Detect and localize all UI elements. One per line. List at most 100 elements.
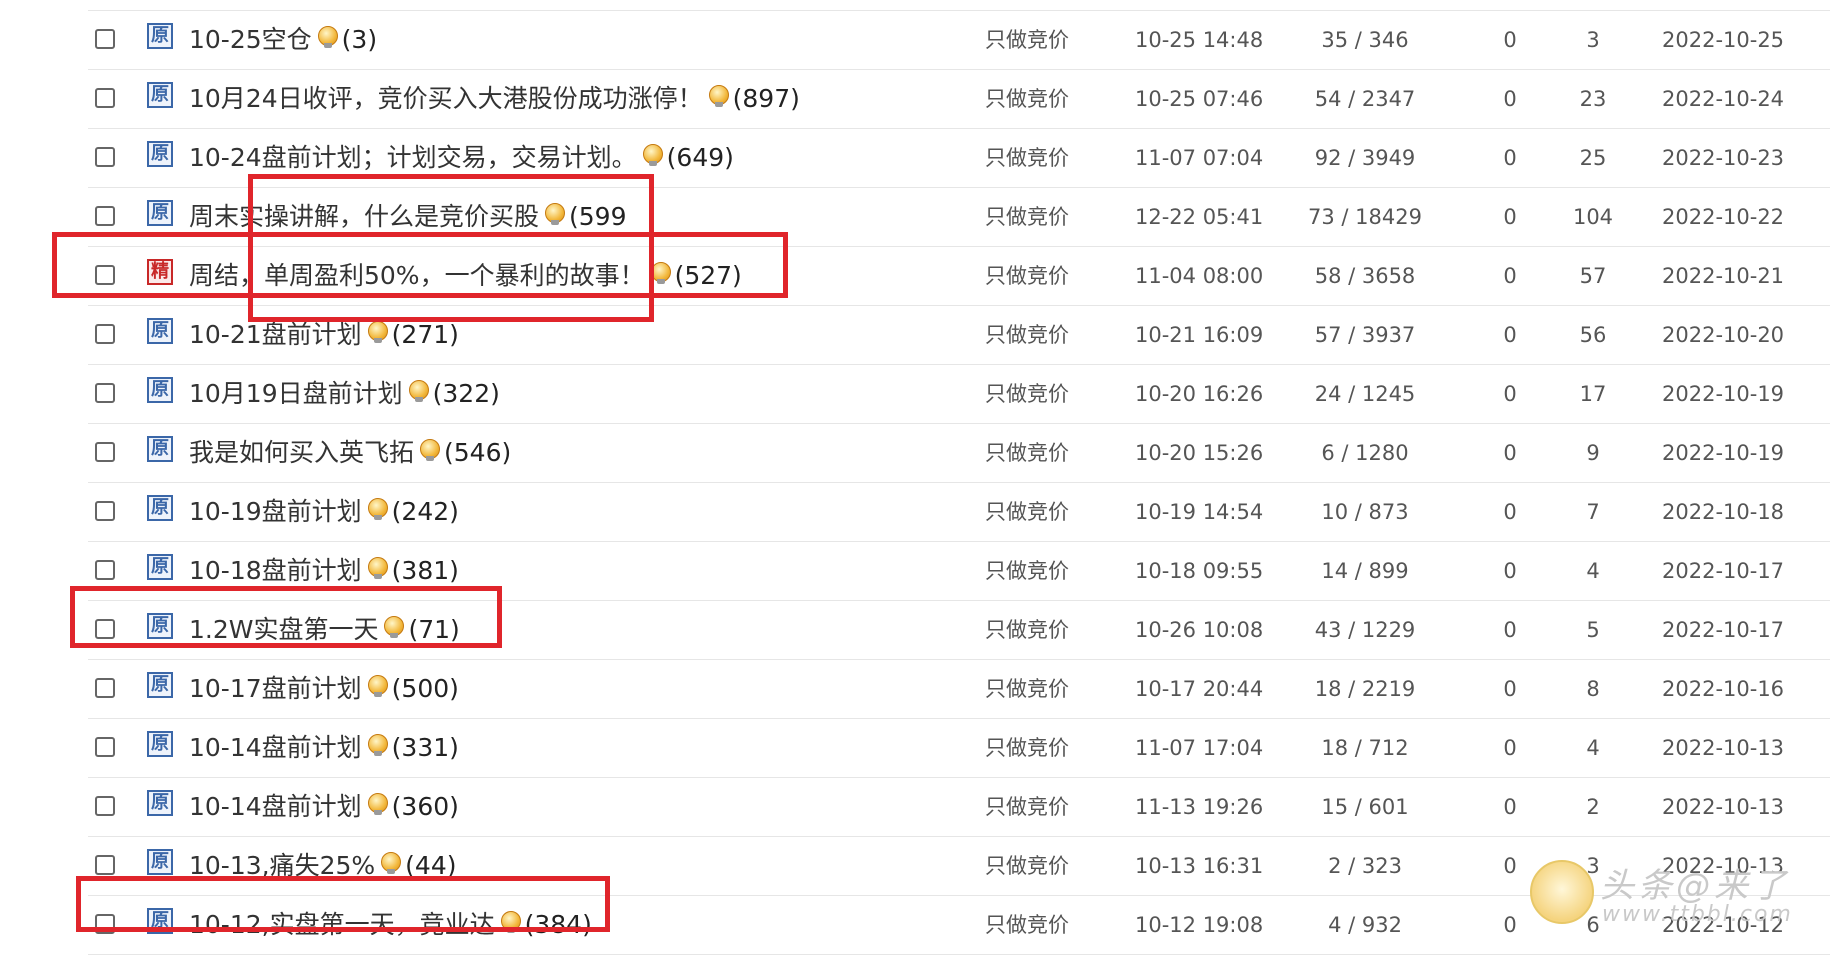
replies-views: 2 / 323: [1328, 854, 1402, 878]
row-checkbox[interactable]: [95, 855, 115, 875]
thread-title-cell: 10月24日收评，竞价买入大港股份成功涨停！ (897): [189, 70, 800, 128]
zero-count: 0: [1503, 736, 1517, 760]
thread-type-icon: 原: [147, 495, 173, 521]
watermark-logo-icon: [1530, 860, 1594, 924]
thread-category[interactable]: 只做竞价: [985, 11, 1069, 69]
thread-type-icon: 原: [147, 23, 173, 49]
row-checkbox[interactable]: [95, 796, 115, 816]
post-date: 2022-10-23: [1662, 146, 1785, 170]
lightbulb-icon: [420, 439, 441, 461]
metric-count: 3: [1586, 28, 1600, 52]
thread-title-link[interactable]: 周结，单周盈利50%，一个暴利的故事！: [189, 261, 645, 290]
thread-category[interactable]: 只做竞价: [985, 306, 1069, 364]
metric-count: 25: [1579, 146, 1607, 170]
metric-count: 7: [1586, 500, 1600, 524]
row-checkbox[interactable]: [95, 206, 115, 226]
replies-views: 58 / 3658: [1314, 264, 1416, 288]
thread-title-cell: 10-19盘前计划 (242): [189, 483, 459, 541]
table-row: 原 10-14盘前计划 (331) 只做竞价 11-07 17:04 18 / 7…: [88, 719, 1830, 778]
thread-title-cell: 10-14盘前计划 (331): [189, 719, 459, 777]
thread-count: (322): [432, 379, 500, 408]
thread-title-link[interactable]: 我是如何买入英飞拓: [189, 438, 414, 467]
table-row: 原 10月24日收评，竞价买入大港股份成功涨停！ (897) 只做竞价 10-25…: [88, 70, 1830, 129]
table-row: 原 10-21盘前计划 (271) 只做竞价 10-21 16:09 57 / 3…: [88, 306, 1830, 365]
watermark: 头条@来了 www.ttbbl.com: [1530, 860, 1830, 932]
row-checkbox[interactable]: [95, 737, 115, 757]
row-checkbox[interactable]: [95, 29, 115, 49]
lightbulb-icon: [650, 262, 671, 284]
thread-category[interactable]: 只做竞价: [985, 365, 1069, 423]
thread-title-link[interactable]: 10月24日收评，竞价买入大港股份成功涨停！: [189, 84, 703, 113]
row-checkbox[interactable]: [95, 88, 115, 108]
thread-count: (599: [569, 202, 627, 231]
thread-category[interactable]: 只做竞价: [985, 188, 1069, 246]
watermark-url: www.ttbbl.com: [1602, 902, 1793, 927]
post-date: 2022-10-20: [1662, 323, 1785, 347]
row-checkbox[interactable]: [95, 147, 115, 167]
thread-category[interactable]: 只做竞价: [985, 660, 1069, 718]
zero-count: 0: [1503, 795, 1517, 819]
post-date: 2022-10-19: [1662, 382, 1785, 406]
row-checkbox[interactable]: [95, 501, 115, 521]
table-row: 原 1.2W实盘第一天 (71) 只做竞价 10-26 10:08 43 / 12…: [88, 601, 1830, 660]
metric-count: 57: [1579, 264, 1607, 288]
zero-count: 0: [1503, 264, 1517, 288]
thread-title-link[interactable]: 10-25空仓: [189, 25, 312, 54]
lightbulb-icon: [317, 26, 338, 48]
lightbulb-icon: [545, 203, 566, 225]
thread-title-link[interactable]: 10-19盘前计划: [189, 497, 362, 526]
row-checkbox[interactable]: [95, 383, 115, 403]
replies-views: 15 / 601: [1321, 795, 1409, 819]
thread-count: (500): [391, 674, 459, 703]
table-row: 原 10月19日盘前计划 (322) 只做竞价 10-20 16:26 24 / …: [88, 365, 1830, 424]
table-row: 原 周末实操讲解，什么是竞价买股 (599 只做竞价 12-22 05:41 73…: [88, 188, 1830, 247]
thread-category[interactable]: 只做竞价: [985, 719, 1069, 777]
thread-title-link[interactable]: 10-13,痛失25%: [189, 851, 375, 880]
post-date: 2022-10-22: [1662, 205, 1785, 229]
thread-title-link[interactable]: 10-17盘前计划: [189, 674, 362, 703]
thread-title-link[interactable]: 周末实操讲解，什么是竞价买股: [189, 202, 539, 231]
thread-count: (331): [391, 733, 459, 762]
row-checkbox[interactable]: [95, 324, 115, 344]
thread-category[interactable]: 只做竞价: [985, 70, 1069, 128]
row-checkbox[interactable]: [95, 560, 115, 580]
thread-title-link[interactable]: 10-18盘前计划: [189, 556, 362, 585]
thread-title-link[interactable]: 10-24盘前计划；计划交易，交易计划。: [189, 143, 637, 172]
thread-title-link[interactable]: 10-21盘前计划: [189, 320, 362, 349]
table-row: 原 10-14盘前计划 (360) 只做竞价 11-13 19:26 15 / 6…: [88, 778, 1830, 837]
thread-category[interactable]: 只做竞价: [985, 247, 1069, 305]
thread-title-cell: 10-14盘前计划 (360): [189, 778, 459, 836]
thread-title-link[interactable]: 10-14盘前计划: [189, 792, 362, 821]
thread-category[interactable]: 只做竞价: [985, 424, 1069, 482]
metric-count: 8: [1586, 677, 1600, 701]
thread-category[interactable]: 只做竞价: [985, 542, 1069, 600]
row-checkbox[interactable]: [95, 442, 115, 462]
thread-category[interactable]: 只做竞价: [985, 896, 1069, 954]
row-checkbox[interactable]: [95, 619, 115, 639]
lightbulb-icon: [708, 85, 729, 107]
table-row: 精 周结，单周盈利50%，一个暴利的故事！ (527) 只做竞价 11-04 08…: [88, 247, 1830, 306]
thread-title-link[interactable]: 10-14盘前计划: [189, 733, 362, 762]
row-checkbox[interactable]: [95, 914, 115, 934]
lightbulb-icon: [642, 144, 663, 166]
thread-type-icon: 原: [147, 200, 173, 226]
thread-type-icon: 原: [147, 377, 173, 403]
thread-category[interactable]: 只做竞价: [985, 837, 1069, 895]
thread-count: (384): [524, 910, 592, 939]
table-row: 原 10-24盘前计划；计划交易，交易计划。 (649) 只做竞价 11-07 0…: [88, 129, 1830, 188]
thread-count: (546): [444, 438, 512, 467]
thread-category[interactable]: 只做竞价: [985, 129, 1069, 187]
metric-count: 5: [1586, 618, 1600, 642]
thread-title-link[interactable]: 10-12,实盘第一天，竞业达: [189, 910, 495, 939]
thread-type-icon: 原: [147, 731, 173, 757]
thread-title-link[interactable]: 10月19日盘前计划: [189, 379, 403, 408]
thread-title-cell: 周结，单周盈利50%，一个暴利的故事！ (527): [189, 247, 742, 305]
row-checkbox[interactable]: [95, 678, 115, 698]
thread-title-link[interactable]: 1.2W实盘第一天: [189, 615, 378, 644]
thread-category[interactable]: 只做竞价: [985, 601, 1069, 659]
zero-count: 0: [1503, 913, 1517, 937]
zero-count: 0: [1503, 28, 1517, 52]
thread-category[interactable]: 只做竞价: [985, 483, 1069, 541]
thread-category[interactable]: 只做竞价: [985, 778, 1069, 836]
row-checkbox[interactable]: [95, 265, 115, 285]
